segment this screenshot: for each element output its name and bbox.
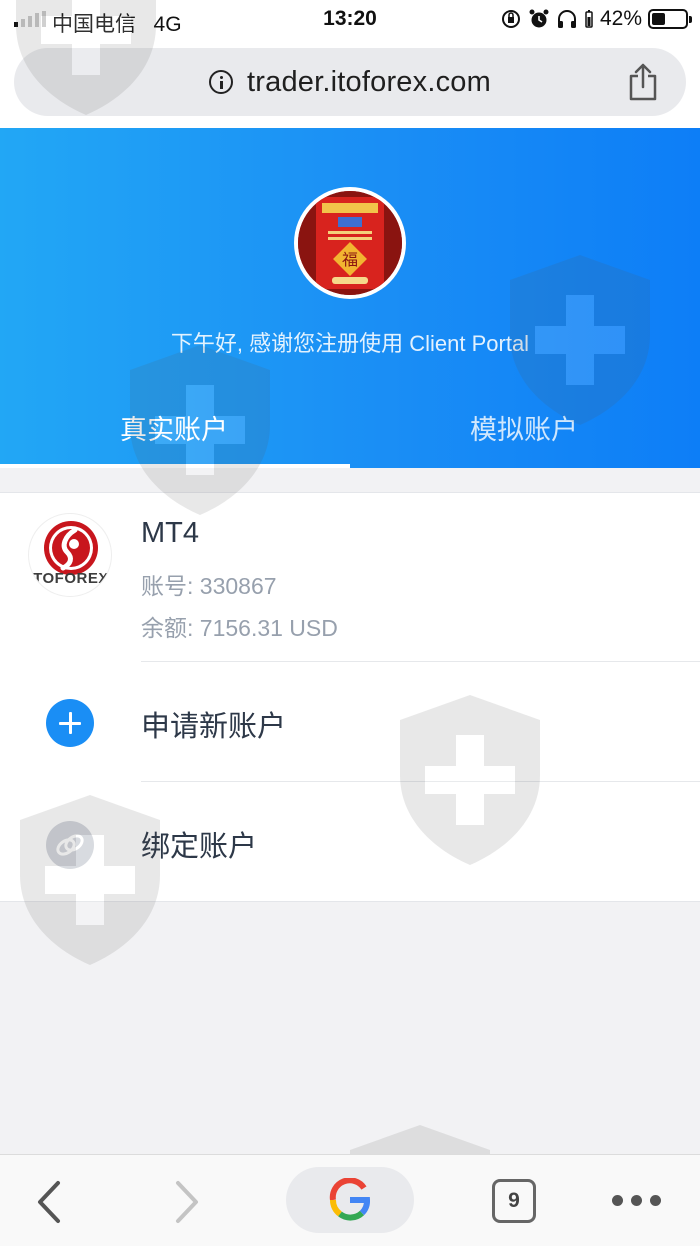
user-avatar[interactable]: 福 [294, 187, 406, 299]
browser-address-area: trader.itoforex.com [0, 40, 700, 128]
headphones-icon [557, 10, 576, 28]
status-bar: 中国电信 4G 13:20 42% [0, 0, 700, 40]
info-icon[interactable] [209, 70, 234, 94]
red-envelope-picture-icon: 福 [298, 191, 402, 295]
portal-header: 福 下午好, 感谢您注册使用 Client Portal 真实账户 模拟账户 [0, 128, 700, 468]
url-text[interactable]: trader.itoforex.com [247, 66, 491, 99]
back-icon[interactable] [34, 1179, 64, 1225]
new-account-label[interactable]: 申请新账户 [141, 703, 286, 745]
link-icon[interactable] [46, 821, 94, 869]
row-divider [141, 661, 700, 662]
plus-icon[interactable] [46, 699, 94, 747]
battery-charging-small-icon [585, 10, 593, 28]
tabs-button[interactable]: 9 [492, 1179, 536, 1223]
google-icon [329, 1178, 370, 1221]
battery-icon [648, 9, 692, 29]
tab-demo-account[interactable]: 模拟账户 [470, 408, 578, 447]
broker-logo: TOFOREX [28, 513, 112, 597]
avatar-image: 福 [298, 191, 402, 295]
accounts-card: TOFOREX MT4 账号: 330867 余额: 7156.31 USD 申… [0, 492, 700, 902]
address-bar[interactable]: trader.itoforex.com [14, 48, 686, 116]
bind-account-label[interactable]: 绑定账户 [141, 823, 257, 865]
status-indicators: 42% [500, 7, 692, 31]
active-tab-indicator [0, 464, 350, 468]
forward-icon[interactable] [172, 1179, 202, 1225]
svg-text:福: 福 [342, 250, 358, 269]
row-divider [141, 781, 700, 782]
share-icon[interactable] [626, 62, 660, 102]
browser-toolbar: 9 [0, 1154, 700, 1246]
battery-fill [652, 13, 665, 25]
alarm-icon [529, 9, 549, 28]
account-balance: 余额: 7156.31 USD [141, 615, 338, 641]
more-menu-icon[interactable] [612, 1195, 661, 1206]
greeting-text: 下午好, 感谢您注册使用 Client Portal [170, 331, 530, 356]
google-search-button[interactable] [286, 1167, 414, 1233]
logo-text: TOFOREX [33, 570, 109, 587]
battery-percent: 42% [599, 7, 642, 30]
account-platform: MT4 [141, 517, 199, 549]
account-number: 账号: 330867 [141, 573, 277, 599]
tab-real-account[interactable]: 真实账户 [120, 408, 228, 447]
rotation-lock-icon [501, 10, 520, 28]
